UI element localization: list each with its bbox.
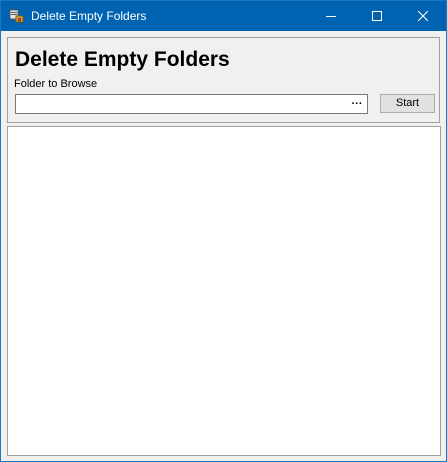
output-area[interactable] [7, 126, 441, 456]
maximize-button[interactable] [354, 1, 400, 31]
close-icon [418, 11, 428, 21]
minimize-icon [326, 16, 336, 17]
app-window: Delete Empty Folders Delete Empty Folder… [0, 0, 447, 462]
browse-button[interactable]: ··· [349, 96, 365, 112]
page-title: Delete Empty Folders [15, 48, 230, 71]
window-title: Delete Empty Folders [31, 9, 147, 23]
folder-field: ··· [15, 94, 368, 114]
folder-label: Folder to Browse [14, 78, 98, 90]
folder-input[interactable] [16, 95, 346, 113]
start-button[interactable]: Start [380, 94, 435, 113]
delete-folder-app-icon [9, 8, 25, 24]
maximize-icon [372, 11, 382, 21]
header-panel: Delete Empty Folders Folder to Browse ··… [7, 37, 440, 123]
close-button[interactable] [400, 1, 446, 31]
minimize-button[interactable] [308, 1, 354, 31]
title-bar[interactable]: Delete Empty Folders [1, 1, 446, 31]
